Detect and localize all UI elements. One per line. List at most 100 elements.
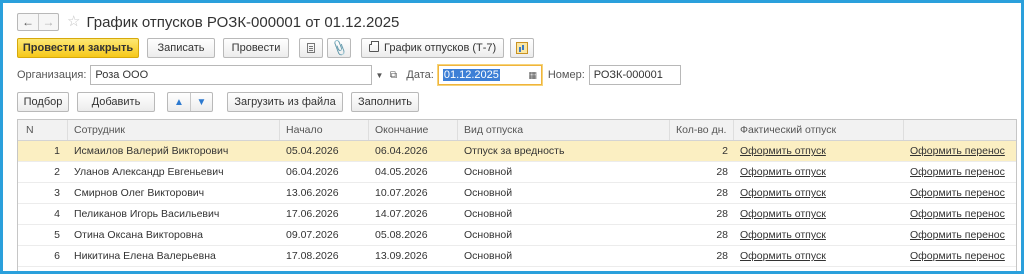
actual-vacation-link[interactable]: Оформить отпуск xyxy=(740,250,826,262)
date-value: 01.12.2025 xyxy=(442,69,500,81)
transfer-link[interactable]: Оформить перенос xyxy=(910,166,1005,178)
row-number: 2 xyxy=(54,166,60,178)
column-header-end[interactable]: Окончание xyxy=(369,120,458,140)
column-header-transfer xyxy=(904,120,1016,140)
org-label: Организация: xyxy=(17,69,87,81)
report-icon xyxy=(516,42,529,54)
table-row[interactable]: 5 Отина Оксана Викторовна 09.07.2026 05.… xyxy=(18,225,1016,246)
table-header: N Сотрудник Начало Окончание Вид отпуска… xyxy=(18,120,1016,141)
table-row[interactable]: 2 Уланов Александр Евгеньевич 06.04.2026… xyxy=(18,162,1016,183)
post-and-close-button[interactable]: Провести и закрыть xyxy=(17,38,139,58)
days-cell[interactable]: 28 xyxy=(670,246,734,266)
transfer-link[interactable]: Оформить перенос xyxy=(910,208,1005,220)
org-value: Роза ООО xyxy=(95,69,149,81)
transfer-link[interactable]: Оформить перенос xyxy=(910,187,1005,199)
table-row[interactable]: 1 Исмаилов Валерий Викторович 05.04.2026… xyxy=(18,141,1016,162)
arrow-left-icon[interactable]: ← xyxy=(18,14,38,30)
employee-cell[interactable]: Исмаилов Валерий Викторович xyxy=(68,141,280,161)
table-row[interactable]: 4 Пеликанов Игорь Васильевич 17.06.2026 … xyxy=(18,204,1016,225)
window-frame: ← → ☆ График отпусков РОЗК-000001 от 01.… xyxy=(0,0,1024,274)
actual-vacation-link[interactable]: Оформить отпуск xyxy=(740,145,826,157)
days-cell[interactable]: 28 xyxy=(670,183,734,203)
actual-vacation-link[interactable]: Оформить отпуск xyxy=(740,208,826,220)
vacation-table: N Сотрудник Начало Окончание Вид отпуска… xyxy=(17,119,1017,271)
attach-button[interactable]: 📎 xyxy=(327,38,351,58)
arrow-right-icon[interactable]: → xyxy=(38,14,58,30)
printer-icon xyxy=(369,41,379,52)
number-field[interactable]: РОЗК-000001 xyxy=(588,65,681,85)
table-row[interactable]: 3 Смирнов Олег Викторович 13.06.2026 10.… xyxy=(18,183,1016,204)
column-header-employee[interactable]: Сотрудник xyxy=(68,120,280,140)
load-from-file-button[interactable]: Загрузить из файла xyxy=(227,92,343,112)
days-cell[interactable]: 28 xyxy=(670,204,734,224)
column-header-n[interactable]: N xyxy=(18,120,68,140)
transfer-link[interactable]: Оформить перенос xyxy=(910,229,1005,241)
row-number: 3 xyxy=(54,187,60,199)
arrow-up-icon[interactable]: ▲ xyxy=(168,93,190,111)
type-cell[interactable]: Основной xyxy=(458,183,670,203)
print-schedule-label: График отпусков (Т-7) xyxy=(384,42,497,54)
end-cell[interactable]: 10.07.2026 xyxy=(369,183,458,203)
print-schedule-button[interactable]: График отпусков (Т-7) xyxy=(361,38,505,58)
type-cell[interactable]: Основной xyxy=(458,225,670,245)
days-cell[interactable]: 28 xyxy=(670,225,734,245)
chevron-down-icon[interactable]: ▼ xyxy=(372,65,386,85)
end-cell[interactable]: 14.07.2026 xyxy=(369,204,458,224)
employee-cell[interactable]: Уланов Александр Евгеньевич xyxy=(68,162,280,182)
paperclip-icon: 📎 xyxy=(329,38,349,58)
org-field[interactable]: Роза ООО xyxy=(90,65,373,85)
transfer-link[interactable]: Оформить перенос xyxy=(910,250,1005,262)
arrow-down-icon[interactable]: ▼ xyxy=(190,93,212,111)
column-header-type[interactable]: Вид отпуска xyxy=(458,120,670,140)
row-number: 4 xyxy=(54,208,60,220)
star-icon[interactable]: ☆ xyxy=(67,14,80,30)
column-header-start[interactable]: Начало xyxy=(280,120,369,140)
date-label: Дата: xyxy=(406,69,434,81)
number-value: РОЗК-000001 xyxy=(593,69,663,81)
transfer-link[interactable]: Оформить перенос xyxy=(910,145,1005,157)
table-row[interactable]: 6 Никитина Елена Валерьевна 17.08.2026 1… xyxy=(18,246,1016,267)
start-cell[interactable]: 17.06.2026 xyxy=(280,204,369,224)
actual-vacation-link[interactable]: Оформить отпуск xyxy=(740,166,826,178)
title-row: ← → ☆ График отпусков РОЗК-000001 от 01.… xyxy=(17,12,399,32)
structure-button[interactable] xyxy=(299,38,323,58)
history-nav: ← → xyxy=(17,13,59,31)
employee-cell[interactable]: Отина Оксана Викторовна xyxy=(68,225,280,245)
post-button[interactable]: Провести xyxy=(223,38,289,58)
start-cell[interactable]: 06.04.2026 xyxy=(280,162,369,182)
employee-cell[interactable]: Пеликанов Игорь Васильевич xyxy=(68,204,280,224)
row-number: 6 xyxy=(54,250,60,262)
start-cell[interactable]: 13.06.2026 xyxy=(280,183,369,203)
move-buttons: ▲ ▼ xyxy=(167,92,213,112)
end-cell[interactable]: 13.09.2026 xyxy=(369,246,458,266)
page-title: График отпусков РОЗК-000001 от 01.12.202… xyxy=(86,13,400,31)
calendar-icon[interactable]: ▦ xyxy=(528,70,537,81)
type-cell[interactable]: Основной xyxy=(458,246,670,266)
report-button[interactable] xyxy=(510,38,535,58)
column-header-actual[interactable]: Фактический отпуск xyxy=(734,120,904,140)
open-icon[interactable]: ⧉ xyxy=(386,65,400,85)
add-button[interactable]: Добавить xyxy=(77,92,155,112)
select-button[interactable]: Подбор xyxy=(17,92,69,112)
days-cell[interactable]: 2 xyxy=(670,141,734,161)
type-cell[interactable]: Основной xyxy=(458,162,670,182)
type-cell[interactable]: Основной xyxy=(458,204,670,224)
header-fields: Организация: Роза ООО ▼ ⧉ Дата: 01.12.20… xyxy=(17,65,681,85)
actual-vacation-link[interactable]: Оформить отпуск xyxy=(740,187,826,199)
write-button[interactable]: Записать xyxy=(147,38,215,58)
start-cell[interactable]: 17.08.2026 xyxy=(280,246,369,266)
days-cell[interactable]: 28 xyxy=(670,162,734,182)
type-cell[interactable]: Отпуск за вредность xyxy=(458,141,670,161)
end-cell[interactable]: 06.04.2026 xyxy=(369,141,458,161)
start-cell[interactable]: 05.04.2026 xyxy=(280,141,369,161)
end-cell[interactable]: 05.08.2026 xyxy=(369,225,458,245)
employee-cell[interactable]: Никитина Елена Валерьевна xyxy=(68,246,280,266)
start-cell[interactable]: 09.07.2026 xyxy=(280,225,369,245)
table-toolbar: Подбор Добавить ▲ ▼ Загрузить из файла З… xyxy=(17,92,419,112)
employee-cell[interactable]: Смирнов Олег Викторович xyxy=(68,183,280,203)
fill-button[interactable]: Заполнить xyxy=(351,92,419,112)
end-cell[interactable]: 04.05.2026 xyxy=(369,162,458,182)
actual-vacation-link[interactable]: Оформить отпуск xyxy=(740,229,826,241)
date-field[interactable]: 01.12.2025 ▦ xyxy=(437,65,542,85)
column-header-days[interactable]: Кол-во дн. xyxy=(670,120,734,140)
